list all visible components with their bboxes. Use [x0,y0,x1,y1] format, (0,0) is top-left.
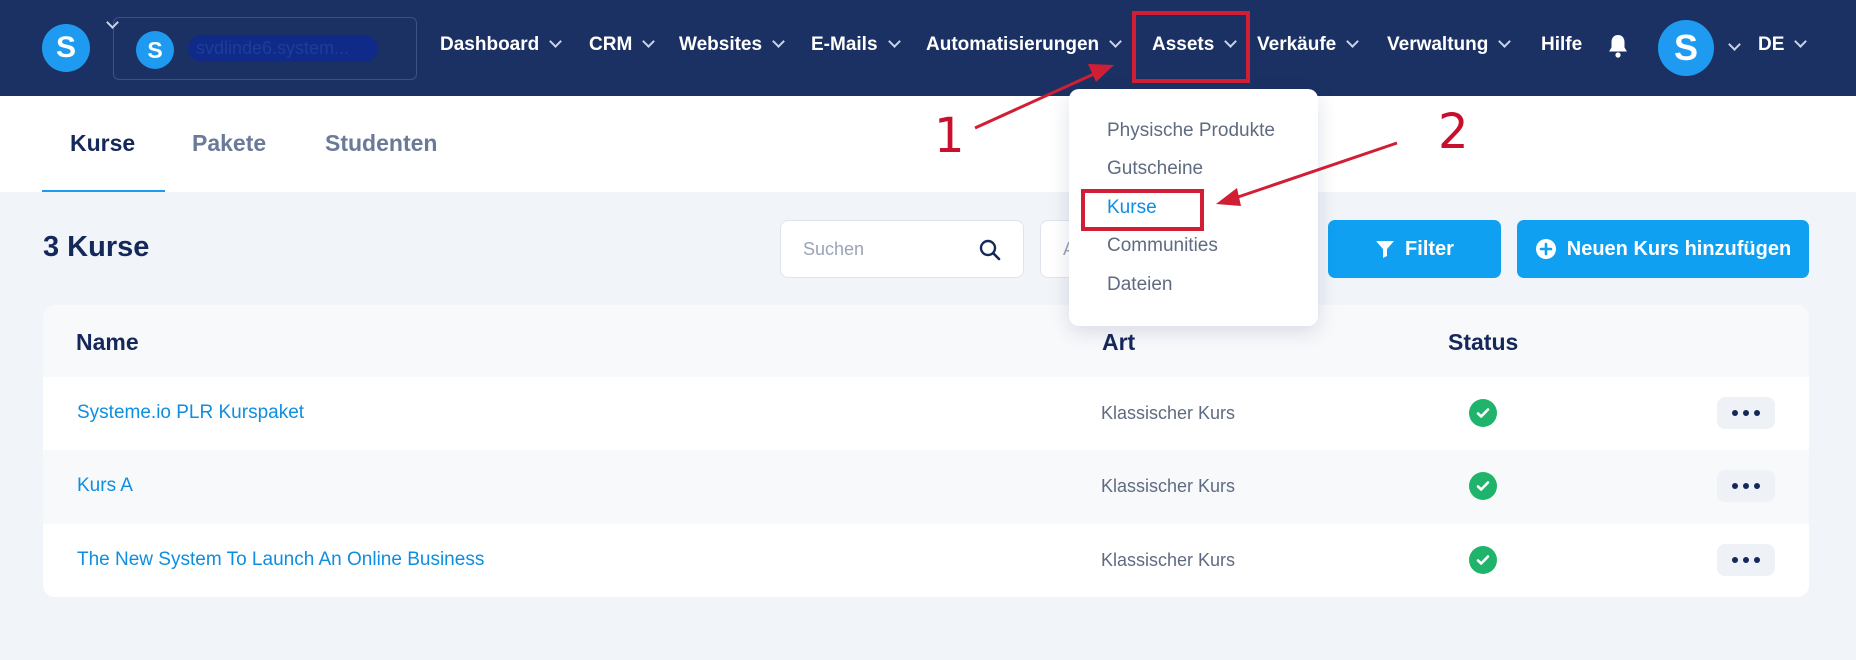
annotation-arrows [974,64,1398,206]
annotation-step-2: 2 [1438,104,1469,160]
annotation-step-1: 1 [934,108,965,164]
